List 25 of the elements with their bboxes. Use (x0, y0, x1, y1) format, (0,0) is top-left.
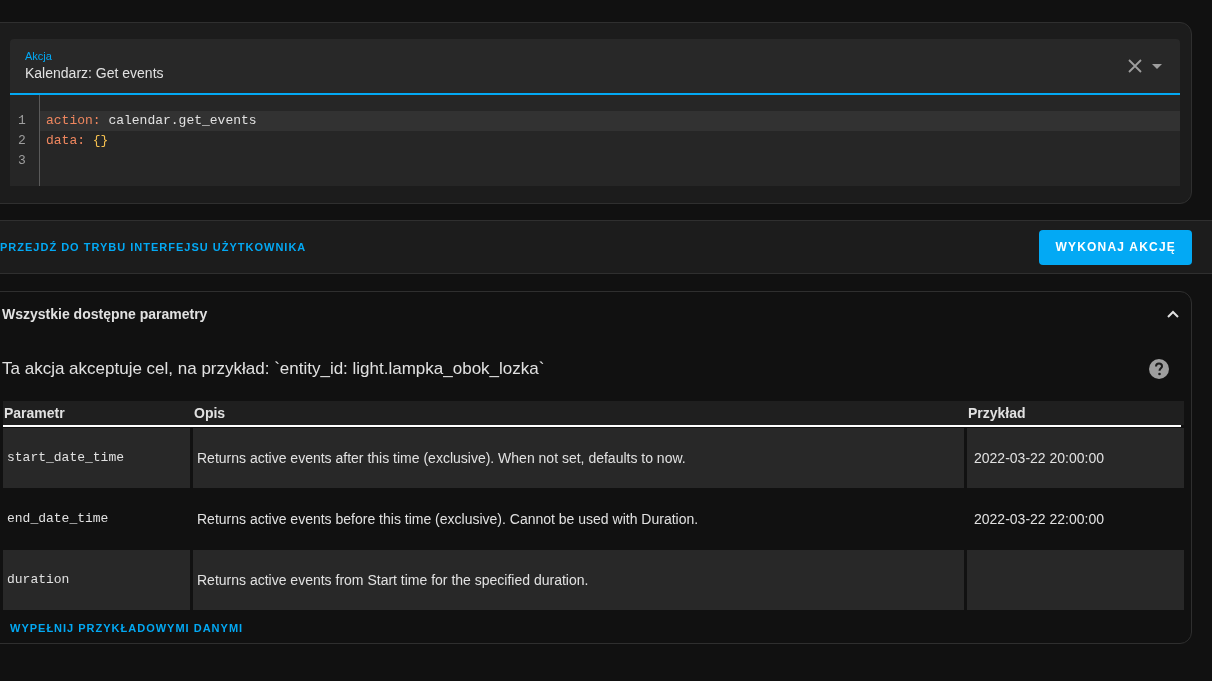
panel-title[interactable]: Wszystkie dostępne parametry (2, 303, 208, 325)
chevron-up-icon[interactable] (1167, 310, 1179, 318)
field-label: Akcja (25, 49, 53, 63)
column-header: Przykład (967, 401, 1184, 425)
action-select[interactable]: Akcja Kalendarz: Get events (10, 39, 1180, 95)
dropdown-caret-icon[interactable] (1152, 63, 1162, 69)
help-icon[interactable] (1149, 358, 1169, 379)
table-cell: 2022-03-22 20:00:00 (967, 428, 1184, 488)
ui-mode-link[interactable]: PRZEJDŹ DO TRYBU INTERFEJSU UŻYTKOWNIKA (0, 238, 307, 256)
line-number: 2 (18, 133, 26, 148)
clear-icon[interactable] (1128, 59, 1142, 73)
code-editor[interactable]: 1 2 3 action: calendar.get_events data: {} (10, 95, 1180, 186)
table-cell: start_date_time (3, 428, 190, 488)
table-cell-text: 2022-03-22 22:00:00 (973, 509, 1105, 529)
line-number: 1 (18, 113, 26, 128)
target-note: Ta akcja akceptuje cel, na przykład: `entity_id: light.lampka_obok_lozka` (2, 357, 545, 380)
table-cell: Returns active events from Start time for the specified duration. (193, 550, 964, 610)
table-cell-text: Returns active events before this time (exclusive). Cannot be used with Duration. (196, 509, 700, 529)
table-cell: duration (3, 550, 190, 610)
field-value: Kalendarz: Get events (25, 64, 165, 83)
table-cell-text: end_date_time (6, 510, 110, 529)
table-cell: Returns active events after this time (exclusive). When not set, defaults to now. (193, 428, 964, 488)
code-line: data: {} (45, 132, 110, 150)
fill-example-link[interactable]: WYPEŁNIJ PRZYKŁADOWYMI DANYMI (10, 619, 244, 637)
line-number: 3 (18, 153, 26, 168)
